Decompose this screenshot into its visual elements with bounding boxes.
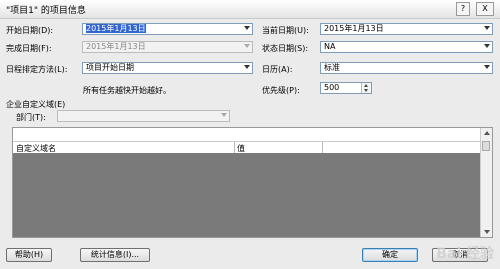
scroll-thumb[interactable] — [482, 141, 490, 151]
arrow-up-icon[interactable] — [364, 84, 368, 87]
schedule-from-value: 项目开始日期 — [86, 63, 134, 72]
schedule-from-label: 日程排定方法(L): — [6, 65, 68, 74]
vertical-scrollbar[interactable] — [480, 128, 492, 237]
finish-date-label: 完成日期(F): — [6, 44, 52, 53]
help-button[interactable]: 帮助(H) — [6, 248, 52, 262]
current-date-label: 当前日期(U): — [262, 26, 309, 35]
column-divider — [322, 142, 323, 153]
arrow-down-icon[interactable] — [364, 89, 368, 92]
status-date-field[interactable]: NA — [320, 41, 493, 53]
window-title: "项目1" 的项目信息 — [6, 6, 86, 16]
chevron-down-icon[interactable] — [484, 26, 490, 30]
spinner[interactable] — [361, 83, 371, 93]
priority-value: 500 — [324, 83, 340, 92]
department-select — [57, 110, 230, 122]
schedule-note: 所有任务越快开始越好。 — [83, 86, 171, 95]
start-date-field[interactable]: 2015年1月13日 — [82, 23, 253, 35]
arrow-up-icon[interactable] — [484, 131, 490, 135]
title-bar: "项目1" 的项目信息 ? X — [0, 0, 500, 19]
arrow-down-icon[interactable] — [484, 230, 490, 234]
priority-label: 优先级(P): — [262, 86, 300, 95]
custom-fields-group-label: 企业自定义域(E) — [6, 100, 66, 109]
department-label: 部门(T): — [16, 113, 46, 122]
custom-fields-table[interactable]: 自定义域名 值 — [12, 127, 493, 238]
chevron-down-icon — [221, 113, 227, 117]
finish-date-value: 2015年1月13日 — [86, 42, 146, 51]
priority-stepper[interactable]: 500 — [320, 82, 372, 94]
chevron-down-icon[interactable] — [484, 44, 490, 48]
help-icon[interactable]: ? — [456, 2, 470, 16]
current-date-value: 2015年1月13日 — [324, 24, 384, 33]
close-icon[interactable]: X — [476, 2, 494, 16]
status-date-label: 状态日期(S): — [262, 44, 309, 53]
chevron-down-icon[interactable] — [484, 65, 490, 69]
chevron-down-icon[interactable] — [244, 65, 250, 69]
status-date-value: NA — [324, 42, 336, 51]
start-date-value: 2015年1月13日 — [86, 24, 146, 33]
start-date-label: 开始日期(D): — [6, 26, 54, 35]
column-divider — [234, 142, 235, 153]
calendar-label: 日历(A): — [262, 65, 293, 74]
current-date-field[interactable]: 2015年1月13日 — [320, 23, 493, 35]
ok-button[interactable]: 确定 — [362, 248, 418, 262]
table-body[interactable] — [13, 153, 481, 237]
finish-date-field: 2015年1月13日 — [82, 41, 253, 53]
calendar-value: 标准 — [324, 63, 340, 72]
table-edit-bar — [13, 128, 481, 141]
schedule-from-select[interactable]: 项目开始日期 — [82, 62, 253, 74]
chevron-down-icon[interactable] — [244, 26, 250, 30]
calendar-select[interactable]: 标准 — [320, 62, 493, 74]
project-info-dialog: "项目1" 的项目信息 ? X 开始日期(D): 2015年1月13日 当前日期… — [0, 0, 500, 269]
chevron-down-icon — [244, 44, 250, 48]
statistics-button[interactable]: 统计信息(I)... — [80, 248, 150, 262]
watermark-logo: Bai 经验 — [436, 246, 494, 262]
